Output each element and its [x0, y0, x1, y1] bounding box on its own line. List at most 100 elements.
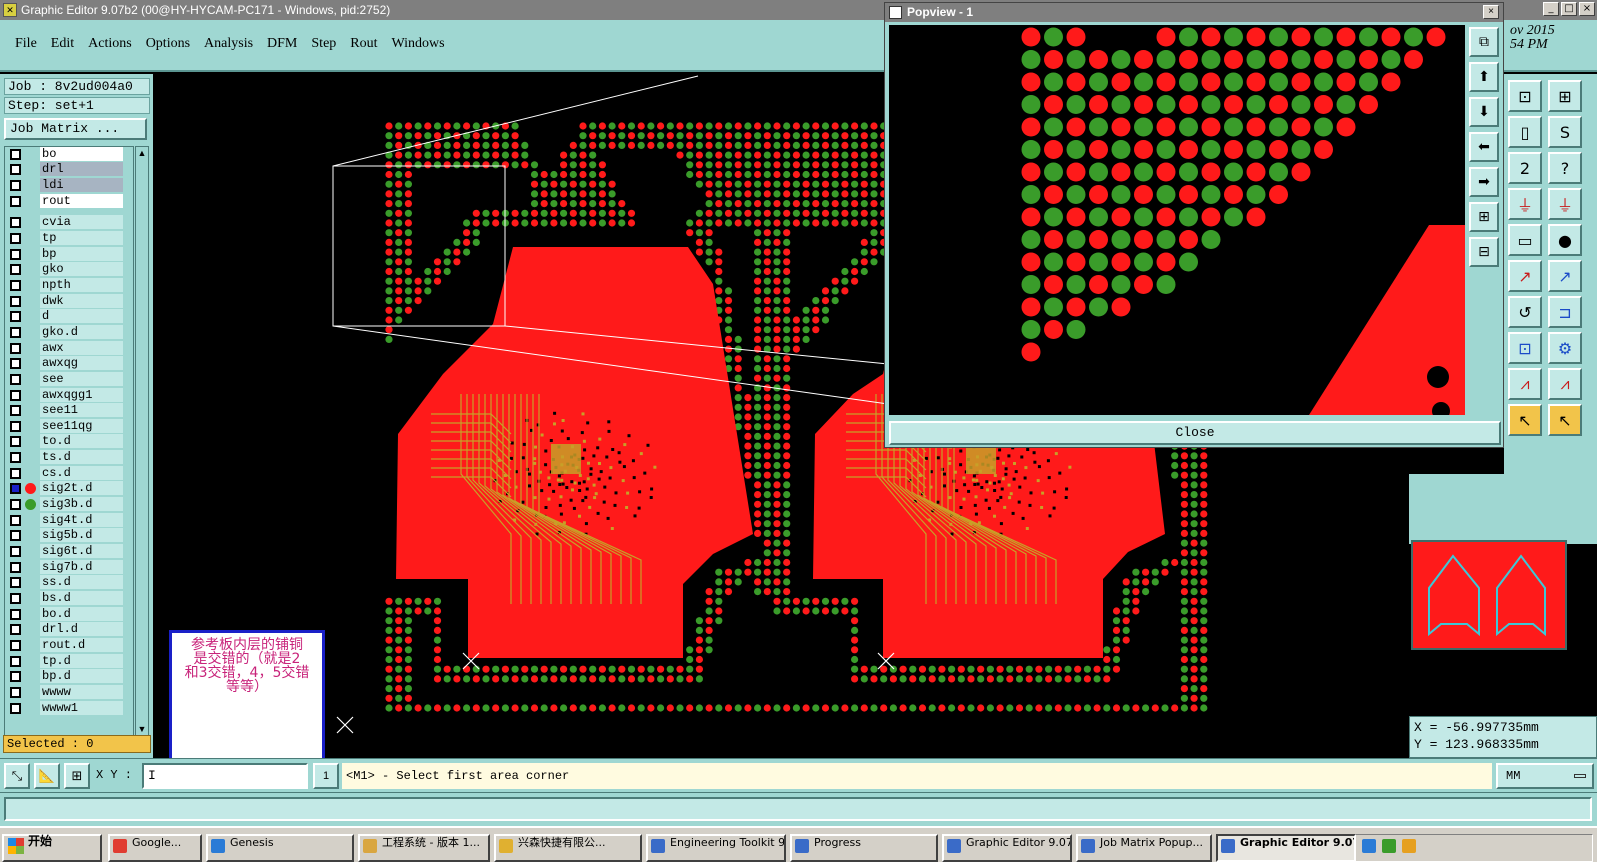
- layer-checkbox[interactable]: [10, 343, 21, 354]
- layer-checkbox[interactable]: [10, 264, 21, 275]
- scroll-up-icon[interactable]: ▲: [136, 147, 148, 159]
- layer-row-tp.d[interactable]: tp.d: [5, 654, 133, 669]
- layer-checkbox[interactable]: [10, 217, 21, 228]
- layer-checkbox[interactable]: [10, 577, 21, 588]
- taskbar-item[interactable]: 工程系统 - 版本 1...: [358, 834, 490, 862]
- layout-icon[interactable]: ⊡: [1508, 80, 1542, 112]
- layer-row-wwww1[interactable]: wwww1: [5, 701, 133, 716]
- minimize-button[interactable]: _: [1543, 2, 1559, 16]
- step-icon[interactable]: 2: [1508, 152, 1542, 184]
- popview-canvas[interactable]: [889, 25, 1465, 415]
- layer-checkbox[interactable]: [10, 609, 21, 620]
- layer-row-sig5b.d[interactable]: sig5b.d: [5, 528, 133, 543]
- menu-step[interactable]: Step: [304, 36, 343, 52]
- layer-row-dwk[interactable]: dwk: [5, 294, 133, 309]
- layer-checkbox[interactable]: [10, 296, 21, 307]
- grid-icon[interactable]: ⊞: [64, 763, 90, 789]
- layer-row-drl.d[interactable]: drl.d: [5, 622, 133, 637]
- layer-checkbox[interactable]: [10, 656, 21, 667]
- layer-row-ts.d[interactable]: ts.d: [5, 450, 133, 465]
- layer-checkbox[interactable]: [10, 180, 21, 191]
- taskbar-item[interactable]: Job Matrix Popup...: [1076, 834, 1212, 862]
- layer-row-cvia[interactable]: cvia: [5, 215, 133, 230]
- layer-checkbox[interactable]: [10, 196, 21, 207]
- layer-row-awxqg[interactable]: awxqg: [5, 356, 133, 371]
- network-icon[interactable]: [1362, 839, 1376, 853]
- layer-checkbox[interactable]: [10, 436, 21, 447]
- job-matrix-button[interactable]: Job Matrix ...: [4, 118, 147, 140]
- layer-checkbox[interactable]: [10, 452, 21, 463]
- layer-checkbox[interactable]: [10, 149, 21, 160]
- layer-checkbox[interactable]: [10, 499, 21, 510]
- arrow-blue-icon[interactable]: ↗: [1548, 260, 1582, 292]
- layer-checkbox[interactable]: [10, 390, 21, 401]
- layer-checkbox[interactable]: [10, 703, 21, 714]
- layer-checkbox[interactable]: [10, 327, 21, 338]
- taskbar-item[interactable]: Engineering Toolkit 9...: [646, 834, 786, 862]
- layer-row-drl[interactable]: drl: [5, 162, 133, 177]
- taskbar-item[interactable]: Graphic Editor 9.07...: [1216, 834, 1356, 862]
- zoom-in-icon[interactable]: ⊞: [1469, 202, 1499, 232]
- arrow-red-icon[interactable]: ↗: [1508, 260, 1542, 292]
- layer-checkbox[interactable]: [10, 468, 21, 479]
- layer-checkbox[interactable]: [10, 562, 21, 573]
- layer-checkbox[interactable]: [10, 530, 21, 541]
- maximize-button[interactable]: □: [1561, 2, 1577, 16]
- menu-file[interactable]: File: [8, 36, 44, 52]
- component-icon[interactable]: ⏚: [1508, 188, 1542, 220]
- frame-icon[interactable]: ▯: [1508, 116, 1542, 148]
- menu-options[interactable]: Options: [139, 36, 197, 52]
- layer-row-bp[interactable]: bp: [5, 247, 133, 262]
- layer-row-awxqgg1[interactable]: awxqgg1: [5, 388, 133, 403]
- grid-layout-icon[interactable]: ⊞: [1548, 80, 1582, 112]
- layer-row-wwww[interactable]: wwww: [5, 685, 133, 700]
- layer-row-sig4t.d[interactable]: sig4t.d: [5, 513, 133, 528]
- layer-checkbox[interactable]: [10, 687, 21, 698]
- xy-enter-button[interactable]: 1: [313, 763, 339, 789]
- layer-checkbox[interactable]: [10, 374, 21, 385]
- taskbar-item[interactable]: 兴森快捷有限公...: [494, 834, 642, 862]
- layer-checkbox[interactable]: [10, 405, 21, 416]
- rotate-icon[interactable]: ↺: [1508, 296, 1542, 328]
- layer-checkbox[interactable]: [10, 624, 21, 635]
- layer-row-rout[interactable]: rout: [5, 194, 133, 209]
- pointer-icon[interactable]: ↖: [1508, 404, 1542, 436]
- security-icon[interactable]: [1382, 839, 1396, 853]
- start-button[interactable]: 开始: [2, 834, 102, 862]
- layer-checkbox[interactable]: [10, 515, 21, 526]
- layer-checkbox[interactable]: [10, 311, 21, 322]
- menu-windows[interactable]: Windows: [385, 36, 452, 52]
- component-alt-icon[interactable]: ⏚: [1548, 188, 1582, 220]
- layer-row-ldi[interactable]: ldi: [5, 178, 133, 193]
- layer-row-ss.d[interactable]: ss.d: [5, 575, 133, 590]
- layer-checkbox[interactable]: [10, 546, 21, 557]
- pad-icon[interactable]: ●: [1548, 224, 1582, 256]
- popview-zoom[interactable]: [889, 25, 1465, 415]
- popview-close-button[interactable]: Close: [889, 421, 1501, 445]
- volume-icon[interactable]: [1402, 839, 1416, 853]
- pan-right-icon[interactable]: ➡: [1469, 167, 1499, 197]
- layer-row-d[interactable]: d: [5, 309, 133, 324]
- ruler-icon[interactable]: ▭: [1508, 224, 1542, 256]
- menu-rout[interactable]: Rout: [343, 36, 384, 52]
- layer-row-gko.d[interactable]: gko.d: [5, 325, 133, 340]
- taskbar-item[interactable]: Genesis: [206, 834, 354, 862]
- layer-row-tp[interactable]: tp: [5, 231, 133, 246]
- popview-close-icon[interactable]: ×: [1483, 5, 1499, 19]
- layer-row-sig6t.d[interactable]: sig6t.d: [5, 544, 133, 559]
- menu-analysis[interactable]: Analysis: [197, 36, 260, 52]
- taskbar-item[interactable]: Google...: [108, 834, 202, 862]
- layer-row-cs.d[interactable]: cs.d: [5, 466, 133, 481]
- layer-checkbox[interactable]: [10, 280, 21, 291]
- layer-row-gko[interactable]: gko: [5, 262, 133, 277]
- layer-row-bo.d[interactable]: bo.d: [5, 607, 133, 622]
- pan-left-icon[interactable]: ⬅: [1469, 132, 1499, 162]
- menu-dfm[interactable]: DFM: [260, 36, 304, 52]
- bracket-icon[interactable]: ⊐: [1548, 296, 1582, 328]
- layer-row-sig3b.d[interactable]: sig3b.d: [5, 497, 133, 512]
- zoom-fit-icon[interactable]: ⧉: [1469, 27, 1499, 57]
- taskbar-item[interactable]: Progress: [790, 834, 938, 862]
- board-thumbnail[interactable]: [1411, 540, 1567, 650]
- layer-row-rout.d[interactable]: rout.d: [5, 638, 133, 653]
- scroll-down-icon[interactable]: ▼: [136, 723, 148, 735]
